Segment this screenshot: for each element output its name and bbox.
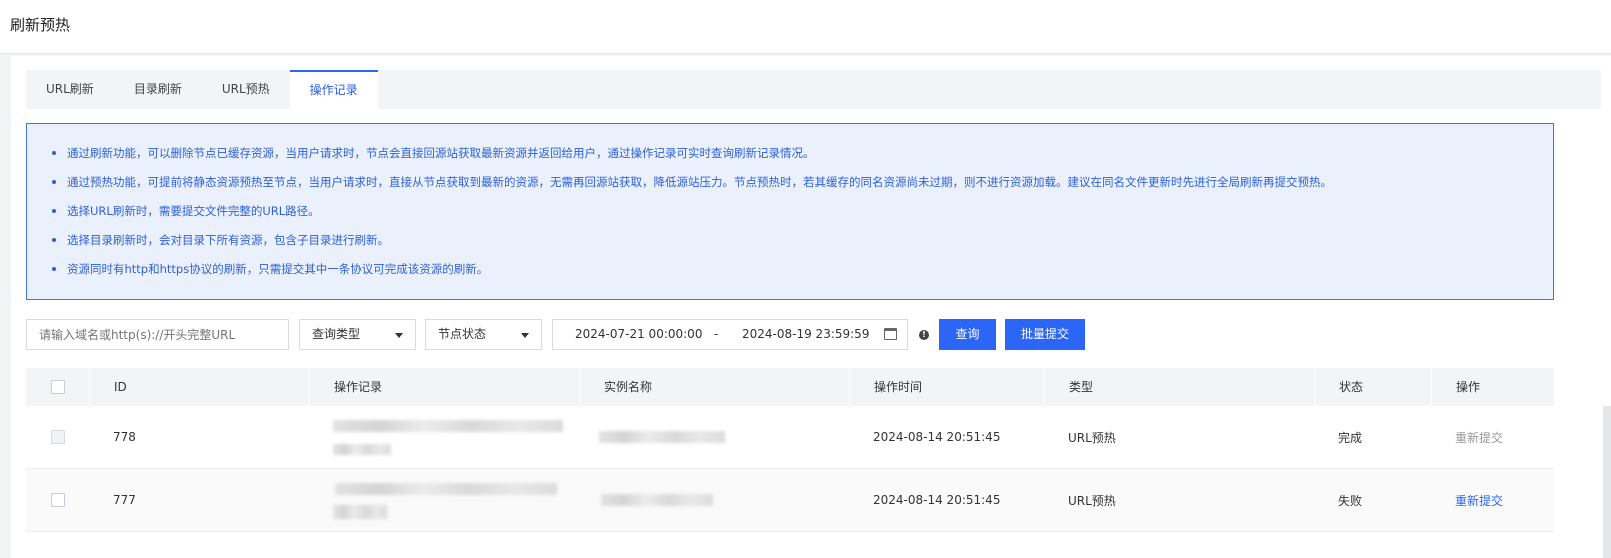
row-status: 失败 [1338,493,1363,508]
tab-bar: URL刷新 目录刷新 URL预热 操作记录 [26,70,1601,109]
redacted-text [333,505,387,519]
redacted-text [601,494,713,506]
select-all-checkbox[interactable] [50,380,65,394]
row-checkbox-cell [26,406,89,468]
tab-directory-refresh[interactable]: 目录刷新 [114,70,202,109]
resubmit-button: 重新提交 [1455,430,1504,445]
filter-bar: 查询类型 节点状态 2024-07-21 00:00:00 - 2024-08-… [26,319,1606,350]
date-range-picker[interactable]: 2024-07-21 00:00:00 - 2024-08-19 23:59:5… [552,319,908,350]
tab-url-preheat[interactable]: URL预热 [202,70,290,109]
chevron-down-icon [521,333,529,338]
table-header: ID 操作记录 实例名称 操作时间 类型 状态 操作 [26,368,1554,406]
date-end[interactable]: 2024-08-19 23:59:59 [742,320,869,349]
row-type: URL预热 [1068,493,1116,508]
query-type-label: 查询类型 [312,327,361,341]
batch-submit-button[interactable]: 批量提交 [1005,319,1085,350]
header-status: 状态 [1314,368,1431,406]
header-id: ID [89,368,309,406]
row-record [309,469,579,531]
chevron-down-icon [395,333,403,338]
row-instance [579,469,849,531]
page-title: 刷新预热 [10,16,71,34]
main-card: URL刷新 目录刷新 URL预热 操作记录 通过刷新功能，可以删除节点已缓存资源… [11,56,1611,558]
header-time: 操作时间 [849,368,1044,406]
row-id: 777 [113,493,136,507]
query-button[interactable]: 查询 [939,319,996,350]
header-instance: 实例名称 [579,368,849,406]
notice-item: 资源同时有http和https协议的刷新，只需提交其中一条协议可完成该资源的刷新… [49,260,1553,289]
table-scrollbar[interactable] [1603,406,1611,558]
redacted-text [599,431,725,443]
info-notice: 通过刷新功能，可以删除节点已缓存资源，当用户请求时，节点会直接回源站获取最新资源… [26,123,1554,300]
header-record: 操作记录 [309,368,579,406]
redacted-text [333,444,391,455]
row-action-cell: 重新提交 [1431,406,1554,468]
resubmit-button[interactable]: 重新提交 [1455,492,1503,509]
header-action: 操作 [1431,368,1554,406]
top-bar: 刷新预热 [0,0,1611,54]
search-input[interactable] [26,319,289,350]
records-table: ID 操作记录 实例名称 操作时间 类型 状态 操作 778 2024-08-1… [26,368,1554,532]
date-separator: - [714,327,719,341]
table-row: 778 2024-08-14 20:51:45 URL预热 完成 重新提交 [26,406,1554,469]
header-type: 类型 [1044,368,1314,406]
row-action-cell: 重新提交 [1431,469,1554,531]
notice-item: 选择URL刷新时，需要提交文件完整的URL路径。 [49,202,1553,231]
query-type-select[interactable]: 查询类型 [299,319,416,350]
info-icon[interactable]: ! [919,330,929,340]
row-checkbox-cell [26,469,89,531]
tab-url-refresh[interactable]: URL刷新 [26,70,114,109]
table-row: 777 2024-08-14 20:51:45 URL预热 失败 重新提交 [26,469,1554,532]
row-record [309,406,579,468]
row-checkbox[interactable] [50,430,65,444]
row-type: URL预热 [1068,430,1116,445]
row-checkbox[interactable] [50,493,65,507]
notice-item: 通过刷新功能，可以删除节点已缓存资源，当用户请求时，节点会直接回源站获取最新资源… [49,144,1553,173]
tab-operation-records[interactable]: 操作记录 [289,70,378,109]
row-id: 778 [113,430,136,444]
row-status: 完成 [1338,430,1363,445]
redacted-text [333,420,563,432]
notice-item: 通过预热功能，可提前将静态资源预热至节点，当用户请求时，直接从节点获取到最新的资… [49,173,1553,202]
row-time: 2024-08-14 20:51:45 [873,493,1001,507]
row-instance [579,406,849,468]
row-time: 2024-08-14 20:51:45 [873,430,1001,444]
node-status-select[interactable]: 节点状态 [425,319,542,350]
notice-item: 选择目录刷新时，会对目录下所有资源，包含子目录进行刷新。 [49,231,1553,260]
node-status-label: 节点状态 [438,327,487,341]
calendar-icon[interactable] [884,328,897,340]
redacted-text [335,483,557,495]
date-start[interactable]: 2024-07-21 00:00:00 [575,320,702,349]
header-checkbox-cell [26,368,89,406]
